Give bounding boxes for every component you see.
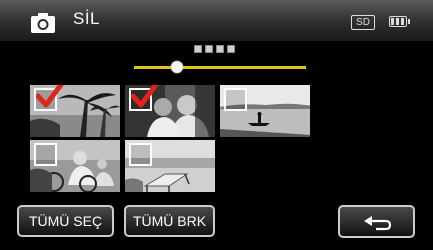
return-arrow-icon xyxy=(364,216,392,231)
checkbox-beach-chair[interactable] xyxy=(129,143,152,166)
checkmark-icon xyxy=(36,85,64,108)
page-dots-icon xyxy=(194,45,235,54)
select-all-button[interactable]: TÜMÜ SEÇ xyxy=(17,205,114,237)
checkmark-icon xyxy=(131,85,159,108)
thumbnail-beach-chair[interactable] xyxy=(125,140,215,192)
screen-title: SİL xyxy=(73,9,101,28)
back-button[interactable] xyxy=(338,205,415,238)
thumbnail-lake-boat[interactable] xyxy=(220,85,310,137)
checkbox-family-bicycle[interactable] xyxy=(34,143,57,166)
thumbnail-palm-trees[interactable] xyxy=(30,85,120,137)
battery-icon xyxy=(389,16,410,27)
camera-icon xyxy=(31,13,55,33)
sd-card-icon: SD xyxy=(351,15,375,30)
header-bar: SİL SD xyxy=(0,0,433,41)
thumbnail-family-bicycle[interactable] xyxy=(30,140,120,192)
thumbnail-couple[interactable] xyxy=(125,85,215,137)
slider-knob[interactable] xyxy=(171,61,183,73)
screen: SİL SD TÜMÜ SEÇ TÜMÜ BRK xyxy=(0,0,433,250)
page-slider[interactable] xyxy=(134,61,306,73)
checkbox-lake-boat[interactable] xyxy=(224,88,247,111)
deselect-all-button[interactable]: TÜMÜ BRK xyxy=(124,205,215,237)
